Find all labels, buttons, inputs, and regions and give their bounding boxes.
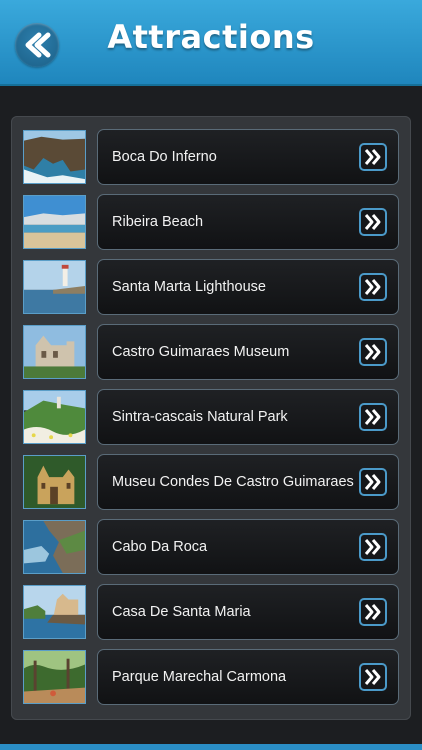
list-item[interactable]: Santa Marta Lighthouse bbox=[11, 259, 411, 317]
attraction-name: Cabo Da Roca bbox=[112, 539, 208, 555]
open-attraction-button[interactable] bbox=[359, 273, 387, 301]
double-chevron-right-icon bbox=[364, 539, 381, 555]
attractions-list: Boca Do Inferno Ribeira Beach Santa Mart… bbox=[11, 116, 411, 720]
double-chevron-right-icon bbox=[364, 344, 381, 360]
double-chevron-right-icon bbox=[364, 149, 381, 165]
thumbnail-image bbox=[23, 260, 86, 314]
list-item[interactable]: Sintra-cascais Natural Park bbox=[11, 389, 411, 447]
thumbnail-image bbox=[23, 650, 86, 704]
attraction-button[interactable]: Castro Guimaraes Museum bbox=[97, 324, 399, 380]
open-attraction-button[interactable] bbox=[359, 468, 387, 496]
attraction-name: Sintra-cascais Natural Park bbox=[112, 409, 288, 425]
double-chevron-right-icon bbox=[364, 474, 381, 490]
list-item[interactable]: Castro Guimaraes Museum bbox=[11, 324, 411, 382]
top-bar: Attractions bbox=[0, 0, 422, 86]
thumbnail-image bbox=[23, 130, 86, 184]
thumbnail-image bbox=[23, 195, 86, 249]
attraction-button[interactable]: Cabo Da Roca bbox=[97, 519, 399, 575]
attraction-name: Casa De Santa Maria bbox=[112, 604, 251, 620]
attraction-name: Santa Marta Lighthouse bbox=[112, 279, 266, 295]
open-attraction-button[interactable] bbox=[359, 403, 387, 431]
thumbnail-image bbox=[23, 585, 86, 639]
list-item[interactable]: Parque Marechal Carmona bbox=[11, 649, 411, 707]
list-item[interactable]: Cabo Da Roca bbox=[11, 519, 411, 577]
attraction-button[interactable]: Parque Marechal Carmona bbox=[97, 649, 399, 705]
list-item[interactable]: Boca Do Inferno bbox=[11, 129, 411, 187]
attraction-name: Boca Do Inferno bbox=[112, 149, 217, 165]
attraction-button[interactable]: Museu Condes De Castro Guimaraes bbox=[97, 454, 399, 510]
open-attraction-button[interactable] bbox=[359, 143, 387, 171]
attraction-button[interactable]: Santa Marta Lighthouse bbox=[97, 259, 399, 315]
double-chevron-right-icon bbox=[364, 604, 381, 620]
bottom-accent-bar bbox=[0, 744, 422, 750]
page-title: Attractions bbox=[107, 18, 315, 56]
thumbnail-image bbox=[23, 455, 86, 509]
double-chevron-right-icon bbox=[364, 409, 381, 425]
open-attraction-button[interactable] bbox=[359, 533, 387, 561]
attraction-name: Ribeira Beach bbox=[112, 214, 204, 230]
attraction-name: Museu Condes De Castro Guimaraes bbox=[112, 474, 354, 490]
double-chevron-right-icon bbox=[364, 279, 381, 295]
thumbnail-image bbox=[23, 325, 86, 379]
attraction-name: Castro Guimaraes Museum bbox=[112, 344, 290, 360]
open-attraction-button[interactable] bbox=[359, 338, 387, 366]
open-attraction-button[interactable] bbox=[359, 208, 387, 236]
thumbnail-image bbox=[23, 390, 86, 444]
double-chevron-right-icon bbox=[364, 214, 381, 230]
list-item[interactable]: Casa De Santa Maria bbox=[11, 584, 411, 642]
attraction-button[interactable]: Sintra-cascais Natural Park bbox=[97, 389, 399, 445]
open-attraction-button[interactable] bbox=[359, 663, 387, 691]
attraction-button[interactable]: Boca Do Inferno bbox=[97, 129, 399, 185]
open-attraction-button[interactable] bbox=[359, 598, 387, 626]
list-item[interactable]: Museu Condes De Castro Guimaraes bbox=[11, 454, 411, 512]
double-chevron-right-icon bbox=[364, 669, 381, 685]
attraction-button[interactable]: Ribeira Beach bbox=[97, 194, 399, 250]
attraction-button[interactable]: Casa De Santa Maria bbox=[97, 584, 399, 640]
thumbnail-image bbox=[23, 520, 86, 574]
list-item[interactable]: Ribeira Beach bbox=[11, 194, 411, 252]
attraction-name: Parque Marechal Carmona bbox=[112, 669, 287, 685]
